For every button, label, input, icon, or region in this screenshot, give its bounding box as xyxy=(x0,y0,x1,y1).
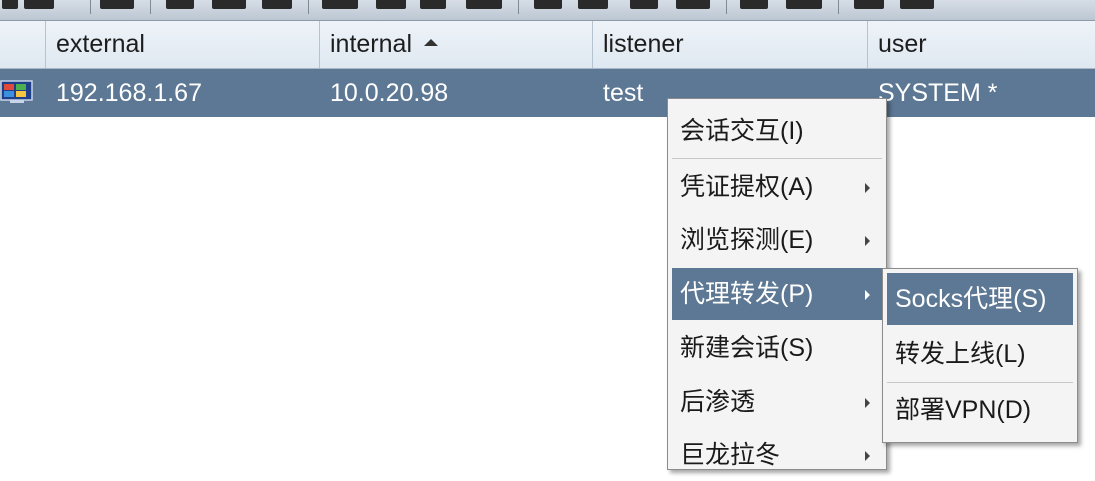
toolbar-icon[interactable] xyxy=(24,0,54,9)
cell-user: SYSTEM * xyxy=(878,79,998,107)
menu-item-label: 凭证提权(A) xyxy=(680,173,814,201)
menu-item-label: 后渗透 xyxy=(680,388,756,416)
cell-external: 192.168.1.67 xyxy=(56,79,202,107)
table-row[interactable]: 192.168.1.67 10.0.20.98 test SYSTEM * xyxy=(0,69,1095,117)
toolbar-icon[interactable] xyxy=(534,0,562,9)
menu-item-label: Socks代理(S) xyxy=(895,285,1047,313)
menu-item-browse-explore[interactable]: 浏览探测(E) xyxy=(672,214,882,266)
toolbar-separator xyxy=(308,0,309,14)
column-header-label: listener xyxy=(603,30,684,58)
toolbar-icon[interactable] xyxy=(900,0,934,9)
submenu-arrow-icon xyxy=(865,183,870,193)
toolbar xyxy=(0,0,1095,21)
menu-item-label: 巨龙拉冬 xyxy=(680,441,781,469)
toolbar-separator xyxy=(90,0,91,14)
menu-item-ladon[interactable]: 巨龙拉冬 xyxy=(672,429,882,481)
proxy-submenu: Socks代理(S) 转发上线(L) 部署VPN(D) xyxy=(882,268,1078,443)
menu-item-label: 会话交互(I) xyxy=(680,117,804,145)
column-header-user[interactable]: user xyxy=(868,21,1095,68)
submenu-item-socks-proxy[interactable]: Socks代理(S) xyxy=(887,273,1073,325)
menu-separator xyxy=(887,382,1073,383)
toolbar-icon[interactable] xyxy=(466,0,502,9)
toolbar-separator xyxy=(150,0,151,14)
submenu-item-deploy-vpn[interactable]: 部署VPN(D) xyxy=(887,384,1073,436)
menu-item-credential-escalation[interactable]: 凭证提权(A) xyxy=(672,161,882,213)
toolbar-icon[interactable] xyxy=(2,0,18,9)
toolbar-icon[interactable] xyxy=(786,0,822,9)
toolbar-icon[interactable] xyxy=(262,0,292,9)
column-header-label: user xyxy=(878,30,927,58)
context-menu: 会话交互(I) 凭证提权(A) 浏览探测(E) 代理转发(P) 新建会话(S) … xyxy=(667,98,887,470)
windows-session-icon xyxy=(0,80,33,103)
menu-item-label: 部署VPN(D) xyxy=(895,396,1032,424)
column-header-listener[interactable]: listener xyxy=(593,21,868,68)
menu-item-label: 代理转发(P) xyxy=(680,280,814,308)
toolbar-icon[interactable] xyxy=(420,0,446,9)
toolbar-separator xyxy=(838,0,839,14)
column-header-icon[interactable] xyxy=(0,21,46,68)
menu-item-label: 浏览探测(E) xyxy=(680,226,814,254)
submenu-arrow-icon xyxy=(865,236,870,246)
column-header-internal[interactable]: internal xyxy=(320,21,593,68)
toolbar-icon[interactable] xyxy=(676,0,710,9)
toolbar-icon[interactable] xyxy=(212,0,246,9)
toolbar-icon[interactable] xyxy=(376,0,406,9)
menu-item-label: 转发上线(L) xyxy=(895,340,1026,368)
menu-separator xyxy=(672,158,882,159)
submenu-arrow-icon xyxy=(865,398,870,408)
menu-item-post-exploitation[interactable]: 后渗透 xyxy=(672,376,882,428)
column-header-label: external xyxy=(56,30,145,58)
submenu-arrow-icon xyxy=(865,451,870,461)
menu-item-label: 新建会话(S) xyxy=(680,334,814,362)
toolbar-icon[interactable] xyxy=(166,0,194,9)
toolbar-icon[interactable] xyxy=(630,0,658,9)
sort-ascending-icon xyxy=(424,38,438,46)
toolbar-icon[interactable] xyxy=(322,0,358,9)
menu-item-proxy-forward[interactable]: 代理转发(P) xyxy=(672,268,882,320)
table-header: external internal listener user xyxy=(0,21,1095,69)
cell-internal: 10.0.20.98 xyxy=(330,79,449,107)
submenu-arrow-icon xyxy=(865,290,870,300)
column-header-external[interactable]: external xyxy=(46,21,320,68)
submenu-item-forward-online[interactable]: 转发上线(L) xyxy=(887,328,1073,380)
menu-item-session-interact[interactable]: 会话交互(I) xyxy=(672,105,882,157)
column-header-label: internal xyxy=(330,30,412,58)
toolbar-icon[interactable] xyxy=(578,0,608,9)
toolbar-icon[interactable] xyxy=(100,0,134,9)
toolbar-icon[interactable] xyxy=(740,0,768,9)
toolbar-separator xyxy=(726,0,727,14)
menu-item-new-session[interactable]: 新建会话(S) xyxy=(672,322,882,374)
toolbar-icon[interactable] xyxy=(854,0,884,9)
toolbar-separator xyxy=(518,0,519,14)
